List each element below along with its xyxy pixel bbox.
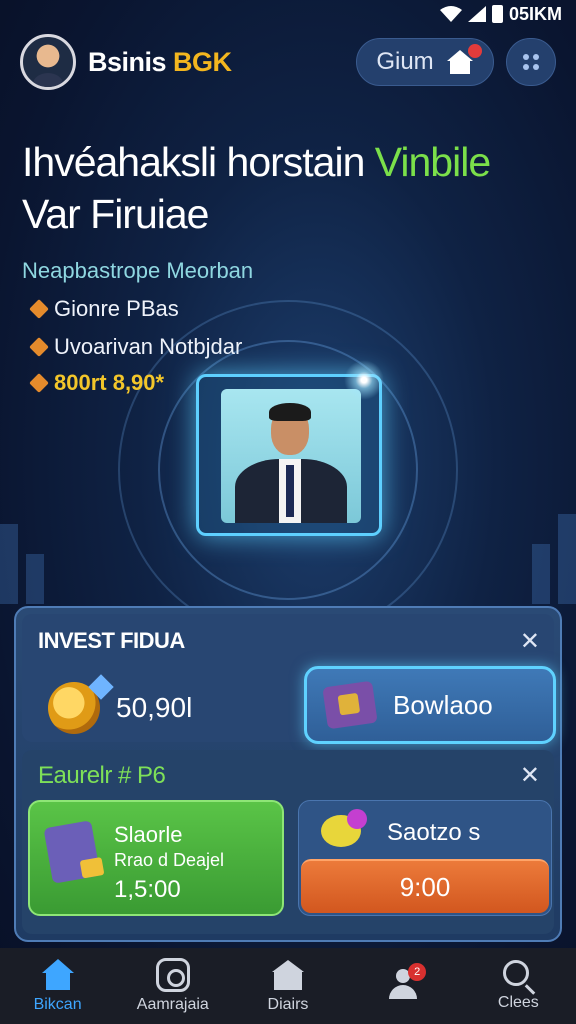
notification-dot	[467, 44, 482, 58]
invest-panel: INVEST FIDUA ✕ 50,90l Bowlaoo Eaurelr # …	[14, 606, 562, 942]
menu-dot-icon	[523, 64, 529, 70]
feature-item: Gionre PBas	[29, 296, 179, 322]
hero-title-highlight: Vinbile	[374, 139, 491, 185]
camera-icon	[155, 958, 190, 992]
brand-name: Bsinis BGK	[88, 47, 232, 78]
status-bar: 05IKM	[0, 0, 576, 28]
hero-subtitle: Neapbastrope Meorban	[22, 258, 254, 283]
hero-title-line1: Ihvéahaksli horstain	[22, 139, 365, 185]
offer-card-blue[interactable]: Saotzo s 9:00	[298, 800, 552, 916]
feature-label: Gionre PBas	[54, 296, 179, 321]
wifi-icon	[439, 6, 462, 22]
feature-label: Uvoarivan Notbjdar	[54, 334, 243, 359]
nav-item-profile[interactable]: 2	[353, 963, 453, 1005]
bullet-icon	[29, 299, 49, 319]
home-notify-icon	[446, 44, 482, 74]
panel-title: INVEST FIDUA	[38, 628, 185, 653]
price-label: 800rt 8,90*	[54, 370, 165, 395]
header-action-label: Gium	[376, 48, 434, 75]
background-bars-left	[0, 524, 44, 604]
close-icon[interactable]: ✕	[520, 764, 540, 788]
user-icon: 2	[386, 963, 427, 1001]
signal-icon	[467, 6, 486, 22]
hero-title-line2: Var Firuiae	[22, 191, 209, 237]
offer-value: 1,5:00	[114, 876, 181, 903]
menu-dot-icon	[523, 54, 529, 60]
brand-part1: Bsinis	[88, 46, 167, 77]
bullet-icon	[29, 337, 49, 357]
menu-dot-icon	[533, 54, 539, 60]
offer-subtitle: Rrao d Deajel	[114, 850, 225, 870]
invest-button-label: Bowlaoo	[393, 689, 493, 720]
invest-row: INVEST FIDUA ✕ 50,90l Bowlaoo	[22, 614, 556, 744]
feature-item: Uvoarivan Notbjdar	[29, 334, 243, 360]
offers-row: Eaurelr # P6 ✕ Slaorle Rrao d Deajel 1,5…	[22, 750, 554, 934]
nav-item-camera[interactable]: Aamrajaia	[123, 958, 223, 1014]
header-action-button[interactable]: Gium	[356, 38, 494, 86]
menu-button[interactable]	[506, 38, 556, 86]
home-icon	[41, 958, 75, 992]
battery-icon	[491, 5, 503, 23]
nav-label: Clees	[497, 994, 539, 1011]
status-time: 05IKM	[508, 3, 562, 24]
bottom-nav: Bikcan Aamrajaia Diairs 2 Clees	[0, 948, 576, 1024]
nav-item-shop[interactable]: Diairs	[238, 958, 338, 1014]
avatar[interactable]	[20, 34, 76, 90]
invest-button[interactable]: Bowlaoo	[304, 666, 556, 744]
card-wallet-icon	[43, 820, 101, 884]
offer-title: Saotzo s	[387, 819, 481, 846]
nav-label: Diairs	[267, 996, 309, 1013]
offer-action-button[interactable]: 9:00	[301, 859, 549, 913]
offers-title: Eaurelr # P6	[38, 762, 166, 789]
offer-title: Slaorle	[114, 822, 183, 847]
sparkle-icon	[344, 360, 384, 400]
price-item: 800rt 8,90*	[29, 370, 165, 396]
nav-label: Bikcan	[33, 996, 82, 1013]
coin-icon	[48, 682, 100, 734]
bullet-icon	[29, 373, 49, 393]
invest-amount: 50,90l	[116, 692, 193, 723]
app-header: Bsinis BGK Gium	[20, 32, 556, 92]
nav-item-home[interactable]: Bikcan	[8, 958, 108, 1014]
close-icon[interactable]: ✕	[520, 630, 540, 654]
shop-icon	[271, 958, 305, 992]
menu-dot-icon	[533, 64, 539, 70]
brand-part2: BGK	[173, 46, 232, 77]
hero-title: Ihvéahaksli horstain Vinbile Var Firuiae	[22, 136, 554, 240]
rocket-icon	[321, 809, 367, 847]
offer-action-value: 9:00	[399, 871, 451, 902]
nav-label: Aamrajaia	[136, 996, 209, 1013]
notification-badge: 2	[408, 963, 427, 981]
nav-item-search[interactable]: Clees	[468, 960, 568, 1012]
gift-box-icon	[322, 680, 378, 730]
offer-card-green[interactable]: Slaorle Rrao d Deajel 1,5:00	[28, 800, 284, 916]
portrait-image	[221, 389, 361, 523]
background-bars-right	[532, 514, 576, 604]
search-icon	[503, 960, 530, 986]
